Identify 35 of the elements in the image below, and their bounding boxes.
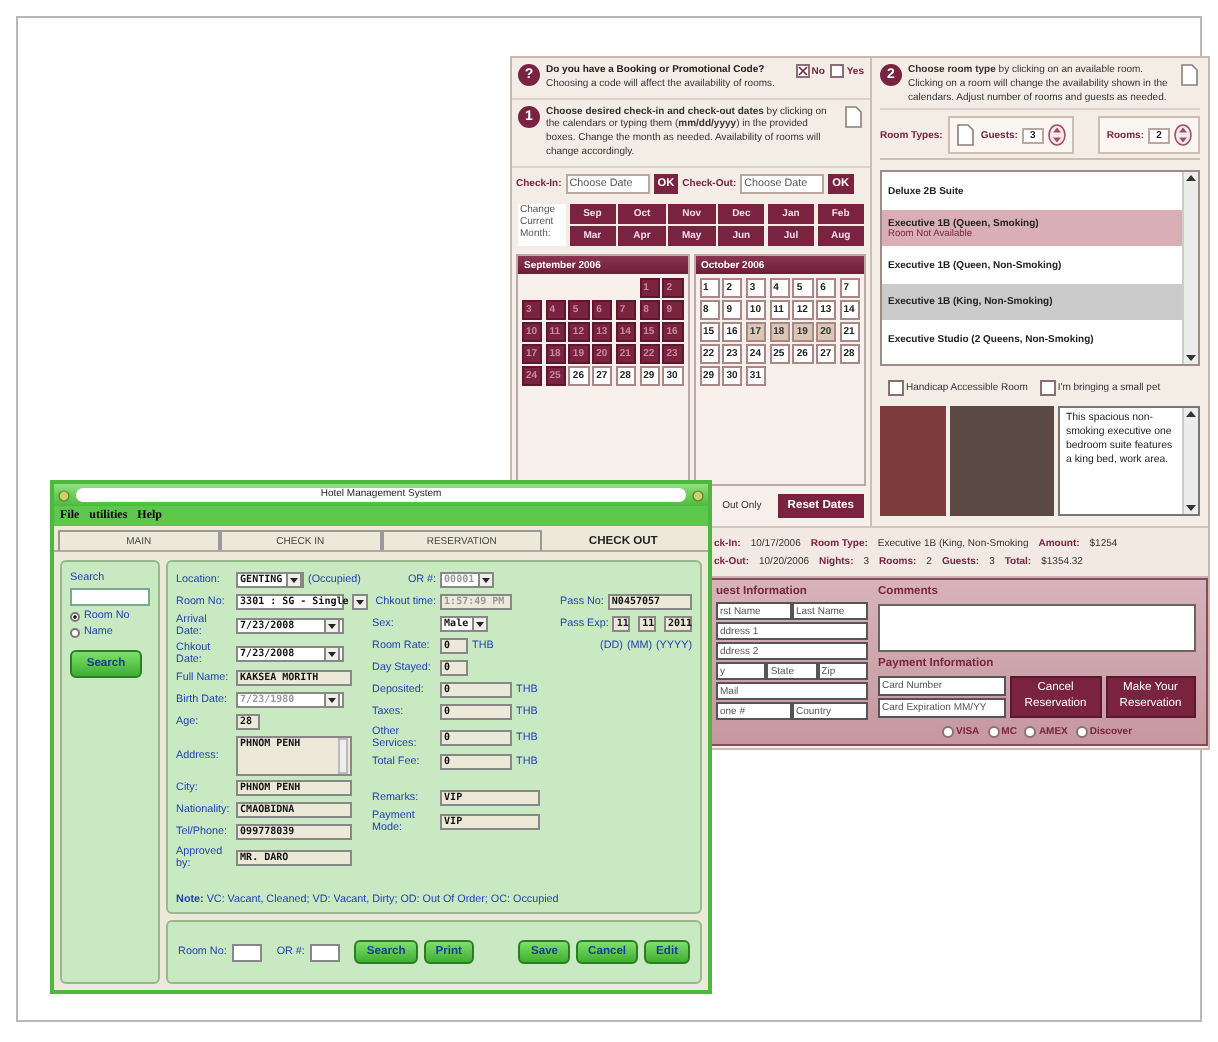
photo-placeholder — [950, 406, 1054, 517]
spinner-icon — [1047, 124, 1066, 147]
dropdown-arrow-icon — [472, 615, 489, 632]
dropdown-arrow-icon — [324, 618, 341, 635]
dropdown-arrow-icon — [478, 571, 495, 588]
checkbox[interactable] — [1039, 380, 1056, 397]
page-icon — [956, 124, 977, 147]
window-button-icon — [58, 489, 70, 501]
checkbox[interactable] — [795, 64, 810, 78]
scroll-down-icon — [1184, 352, 1198, 365]
page-icon — [1180, 64, 1200, 86]
comments-field[interactable] — [878, 604, 1196, 652]
photo-placeholder — [880, 406, 946, 517]
dropdown-arrow-icon — [324, 692, 341, 709]
radio-button[interactable] — [70, 611, 80, 621]
scrollbar — [338, 737, 349, 774]
dropdown-arrow-icon — [286, 571, 303, 588]
scroll-down-icon — [1184, 502, 1198, 515]
radio-button[interactable] — [987, 726, 1000, 738]
scroll-up-icon — [1184, 408, 1198, 421]
search-field[interactable] — [70, 588, 151, 606]
page-icon — [844, 105, 864, 127]
checkbox[interactable] — [830, 64, 845, 78]
radio-button[interactable] — [70, 627, 80, 637]
checkbox[interactable] — [888, 380, 904, 397]
window-button-icon — [692, 489, 704, 501]
radio-button[interactable] — [1024, 726, 1037, 738]
radio-button[interactable] — [1075, 726, 1088, 738]
dropdown-arrow-icon — [324, 645, 341, 662]
scroll-up-icon — [1184, 172, 1198, 185]
dropdown-arrow-icon — [352, 593, 369, 610]
radio-button[interactable] — [941, 726, 954, 738]
spinner-icon — [1174, 124, 1192, 147]
input-field[interactable] — [232, 943, 263, 961]
input-field[interactable] — [310, 943, 341, 961]
